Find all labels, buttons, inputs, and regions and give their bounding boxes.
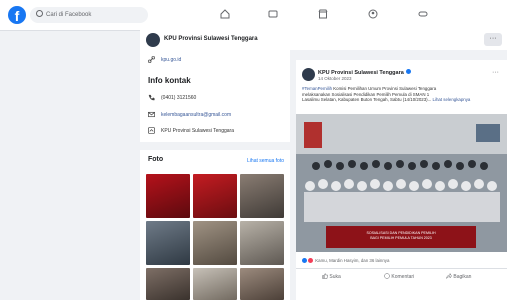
reactions-text: Kamu, Mardin Hasyim, dan 36 lainnya xyxy=(315,258,390,263)
post-options-icon[interactable]: ··· xyxy=(492,69,499,76)
banner-line1: SOSIALISASI DAN PENDIDIKAN PEMILIH xyxy=(366,231,436,235)
website-link[interactable]: kpu.go.id xyxy=(161,57,181,63)
category-text: KPU Provinsi Sulawesi Tenggara xyxy=(161,128,235,134)
phone-icon xyxy=(148,94,155,101)
banner-line2: BAGI PEMILIH PEMULA TAHUN 2023 xyxy=(370,235,432,240)
page-avatar[interactable] xyxy=(146,33,160,47)
video-icon[interactable] xyxy=(268,9,278,19)
gaming-icon[interactable] xyxy=(418,9,428,19)
share-button[interactable]: Bagikan xyxy=(446,272,472,280)
thumbs-up-icon xyxy=(322,273,328,279)
photo-thumbnail[interactable] xyxy=(146,221,190,265)
photo-thumbnail[interactable] xyxy=(146,268,190,300)
photo-thumbnail[interactable] xyxy=(146,174,190,218)
email-link[interactable]: kelembagaansultra@gmail.com xyxy=(161,112,231,118)
groups-icon[interactable] xyxy=(368,9,378,19)
share-icon xyxy=(446,272,452,279)
post-hashtag[interactable]: #TemanPemilih xyxy=(302,86,332,91)
contact-info-title: Info kontak xyxy=(148,76,191,85)
see-all-photos-link[interactable]: Lihat semua foto xyxy=(247,158,284,164)
contact-info-card: kpu.go.id Info kontak (0401) 3121560 kel… xyxy=(140,50,290,142)
search-placeholder: Cari di Facebook xyxy=(46,12,92,18)
like-label: Suka xyxy=(329,274,341,280)
comment-icon xyxy=(384,273,390,279)
photos-title: Foto xyxy=(148,156,164,163)
facebook-logo-icon[interactable]: f xyxy=(8,6,26,24)
page-title[interactable]: KPU Provinsi Sulawesi Tenggara xyxy=(164,36,258,42)
search-icon xyxy=(36,10,43,17)
post-author-avatar[interactable] xyxy=(302,68,315,81)
more-options-button[interactable]: ··· xyxy=(484,33,502,46)
comment-label: Komentari xyxy=(391,274,415,280)
post-text-line1: Komisi Pemilihan Umum Provinsi Sulawesi … xyxy=(332,86,437,91)
share-label: Bagikan xyxy=(453,274,472,280)
post-author-name[interactable]: KPU Provinsi Sulawesi Tenggara xyxy=(318,69,411,76)
phone-row: (0401) 3121560 xyxy=(148,94,196,101)
like-reaction-icon xyxy=(302,258,307,263)
photo-thumbnail[interactable] xyxy=(193,268,237,300)
phone-number: (0401) 3121560 xyxy=(161,95,197,101)
post-date[interactable]: 14 Oktober 2023 xyxy=(318,76,352,81)
category-icon xyxy=(148,127,155,134)
marketplace-icon[interactable] xyxy=(318,9,328,19)
post-text-line2: melaksanakan Sosialisasi Pendidikan Pemi… xyxy=(302,91,430,97)
post-text: #TemanPemilih Komisi Pemilihan Umum Prov… xyxy=(302,86,502,103)
top-navigation-bar: f Cari di Facebook xyxy=(0,0,507,31)
photo-thumbnail[interactable] xyxy=(240,174,284,218)
post-actions-bar: Suka Komentari Bagikan xyxy=(296,268,507,283)
post-image-banner: SOSIALISASI DAN PENDIDIKAN PEMILIH BAGI P… xyxy=(326,226,476,248)
website-row[interactable]: kpu.go.id xyxy=(148,56,181,63)
email-row[interactable]: kelembagaansultra@gmail.com xyxy=(148,111,231,118)
email-icon xyxy=(148,111,155,118)
photo-thumbnail[interactable] xyxy=(193,174,237,218)
like-button[interactable]: Suka xyxy=(322,273,341,280)
post-image[interactable]: SOSIALISASI DAN PENDIDIKAN PEMILIH BAGI P… xyxy=(296,114,507,252)
photo-thumbnail[interactable] xyxy=(240,221,284,265)
love-reaction-icon xyxy=(308,258,313,263)
verified-badge-icon xyxy=(405,69,411,74)
comment-button[interactable]: Komentari xyxy=(384,273,414,280)
photos-card: Foto Lihat semua foto xyxy=(140,150,290,300)
photo-thumbnail[interactable] xyxy=(193,221,237,265)
reactions-summary[interactable]: Kamu, Mardin Hasyim, dan 36 lainnya xyxy=(302,258,389,263)
category-row: KPU Provinsi Sulawesi Tenggara xyxy=(148,127,234,134)
post-text-line3: Lasalimu Selatan, Kabupaten Buton Tengah… xyxy=(302,97,432,103)
link-icon xyxy=(148,56,155,63)
post-card: KPU Provinsi Sulawesi Tenggara 14 Oktobe… xyxy=(296,60,507,300)
see-more-link[interactable]: Lihat selengkapnya xyxy=(433,97,471,102)
home-icon[interactable] xyxy=(220,9,230,19)
search-input[interactable]: Cari di Facebook xyxy=(30,7,148,23)
photo-thumbnail[interactable] xyxy=(240,268,284,300)
